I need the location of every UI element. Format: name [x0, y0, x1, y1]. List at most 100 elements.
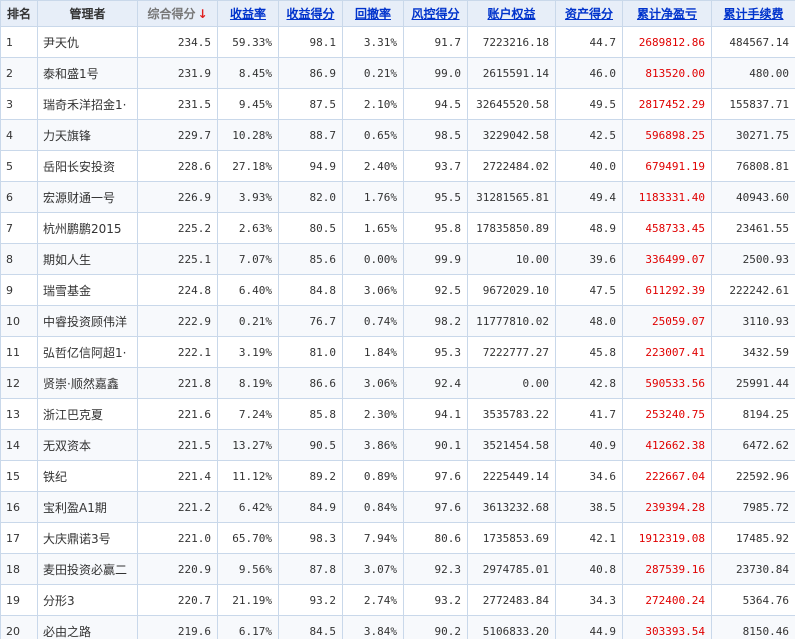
cell-net-pnl: 336499.07: [622, 243, 712, 275]
cell-return-score: 81.0: [278, 336, 343, 368]
cell-return-score: 82.0: [278, 181, 343, 213]
cell-asset-score: 34.6: [555, 460, 623, 492]
cell-drawdown: 3.07%: [342, 553, 404, 585]
cell-fees: 23730.84: [711, 553, 795, 585]
header-asset-score[interactable]: 资产得分: [555, 0, 623, 27]
cell-rank: 2: [0, 57, 38, 89]
cell-return-score: 90.5: [278, 429, 343, 461]
cell-net-pnl: 596898.25: [622, 119, 712, 151]
cell-net-pnl: 25059.07: [622, 305, 712, 337]
cell-return-rate: 8.19%: [217, 367, 279, 399]
cell-fees: 76808.81: [711, 150, 795, 182]
cell-rank: 5: [0, 150, 38, 182]
cell-fees: 22592.96: [711, 460, 795, 492]
cell-rank: 8: [0, 243, 38, 275]
cell-manager-name: 铁纪: [37, 460, 138, 492]
cell-asset-score: 49.5: [555, 88, 623, 120]
table-row: 1 尹天仇 234.5 59.33% 98.1 3.31% 91.7 7223216.18 44…: [0, 26, 795, 58]
cell-risk-score: 90.2: [403, 615, 468, 639]
cell-composite-score: 221.2: [137, 491, 218, 523]
cell-manager-name: 分形3: [37, 584, 138, 616]
cell-net-pnl: 303393.54: [622, 615, 712, 639]
cell-asset-score: 34.3: [555, 584, 623, 616]
cell-net-pnl: 412662.38: [622, 429, 712, 461]
cell-rank: 13: [0, 398, 38, 430]
cell-account-equity: 2772483.84: [467, 584, 556, 616]
cell-composite-score: 225.2: [137, 212, 218, 244]
cell-fees: 6472.62: [711, 429, 795, 461]
cell-net-pnl: 223007.41: [622, 336, 712, 368]
cell-drawdown: 3.84%: [342, 615, 404, 639]
cell-return-score: 87.5: [278, 88, 343, 120]
header-net-pnl[interactable]: 累计净盈亏: [622, 0, 712, 27]
cell-return-score: 85.6: [278, 243, 343, 275]
cell-rank: 16: [0, 491, 38, 523]
cell-return-rate: 27.18%: [217, 150, 279, 182]
cell-rank: 17: [0, 522, 38, 554]
cell-account-equity: 7223216.18: [467, 26, 556, 58]
cell-composite-score: 222.1: [137, 336, 218, 368]
header-drawdown[interactable]: 回撤率: [342, 0, 404, 27]
cell-return-score: 89.2: [278, 460, 343, 492]
header-fees[interactable]: 累计手续费: [711, 0, 795, 27]
cell-rank: 3: [0, 88, 38, 120]
cell-return-score: 80.5: [278, 212, 343, 244]
cell-risk-score: 92.4: [403, 367, 468, 399]
table-row: 11 弘哲亿信阿超1· 222.1 3.19% 81.0 1.84% 95.3 7222777…: [0, 336, 795, 368]
cell-account-equity: 2974785.01: [467, 553, 556, 585]
table-row: 2 泰和盛1号 231.9 8.45% 86.9 0.21% 99.0 2615591.14 4…: [0, 57, 795, 89]
header-return-rate[interactable]: 收益率: [217, 0, 279, 27]
cell-risk-score: 95.3: [403, 336, 468, 368]
cell-fees: 222242.61: [711, 274, 795, 306]
table-row: 19 分形3 220.7 21.19% 93.2 2.74% 93.2 2772483.84 3…: [0, 584, 795, 616]
cell-asset-score: 40.0: [555, 150, 623, 182]
cell-manager-name: 必由之路: [37, 615, 138, 639]
cell-account-equity: 10.00: [467, 243, 556, 275]
cell-asset-score: 42.1: [555, 522, 623, 554]
cell-risk-score: 80.6: [403, 522, 468, 554]
cell-risk-score: 95.5: [403, 181, 468, 213]
cell-fees: 25991.44: [711, 367, 795, 399]
cell-account-equity: 0.00: [467, 367, 556, 399]
header-account-equity[interactable]: 账户权益: [467, 0, 556, 27]
cell-asset-score: 44.7: [555, 26, 623, 58]
cell-return-rate: 9.56%: [217, 553, 279, 585]
header-composite-score[interactable]: 综合得分 ↓: [137, 0, 218, 27]
cell-asset-score: 44.9: [555, 615, 623, 639]
cell-net-pnl: 1183331.40: [622, 181, 712, 213]
table-row: 17 大庆鼎诺3号 221.0 65.70% 98.3 7.94% 80.6 1735853.…: [0, 522, 795, 554]
table-row: 16 宝利盈A1期 221.2 6.42% 84.9 0.84% 97.6 3613232.6…: [0, 491, 795, 523]
cell-asset-score: 48.9: [555, 212, 623, 244]
cell-rank: 4: [0, 119, 38, 151]
cell-account-equity: 3535783.22: [467, 398, 556, 430]
cell-net-pnl: 222667.04: [622, 460, 712, 492]
cell-composite-score: 229.7: [137, 119, 218, 151]
cell-composite-score: 231.9: [137, 57, 218, 89]
cell-net-pnl: 287539.16: [622, 553, 712, 585]
cell-asset-score: 42.5: [555, 119, 623, 151]
cell-rank: 14: [0, 429, 38, 461]
header-return-score[interactable]: 收益得分: [278, 0, 343, 27]
cell-rank: 10: [0, 305, 38, 337]
cell-net-pnl: 458733.45: [622, 212, 712, 244]
cell-return-rate: 6.42%: [217, 491, 279, 523]
cell-drawdown: 3.86%: [342, 429, 404, 461]
cell-risk-score: 92.5: [403, 274, 468, 306]
cell-return-rate: 6.17%: [217, 615, 279, 639]
cell-net-pnl: 1912319.08: [622, 522, 712, 554]
cell-rank: 19: [0, 584, 38, 616]
cell-composite-score: 220.9: [137, 553, 218, 585]
table-row: 10 中睿投资顾伟洋 222.9 0.21% 76.7 0.74% 98.2 11777810…: [0, 305, 795, 337]
cell-net-pnl: 679491.19: [622, 150, 712, 182]
cell-drawdown: 7.94%: [342, 522, 404, 554]
header-risk-score[interactable]: 风控得分: [403, 0, 468, 27]
cell-drawdown: 0.89%: [342, 460, 404, 492]
cell-drawdown: 2.74%: [342, 584, 404, 616]
cell-rank: 18: [0, 553, 38, 585]
cell-return-score: 94.9: [278, 150, 343, 182]
cell-return-score: 98.1: [278, 26, 343, 58]
cell-manager-name: 浙江巴克夏: [37, 398, 138, 430]
cell-return-rate: 6.40%: [217, 274, 279, 306]
cell-fees: 7985.72: [711, 491, 795, 523]
cell-asset-score: 38.5: [555, 491, 623, 523]
